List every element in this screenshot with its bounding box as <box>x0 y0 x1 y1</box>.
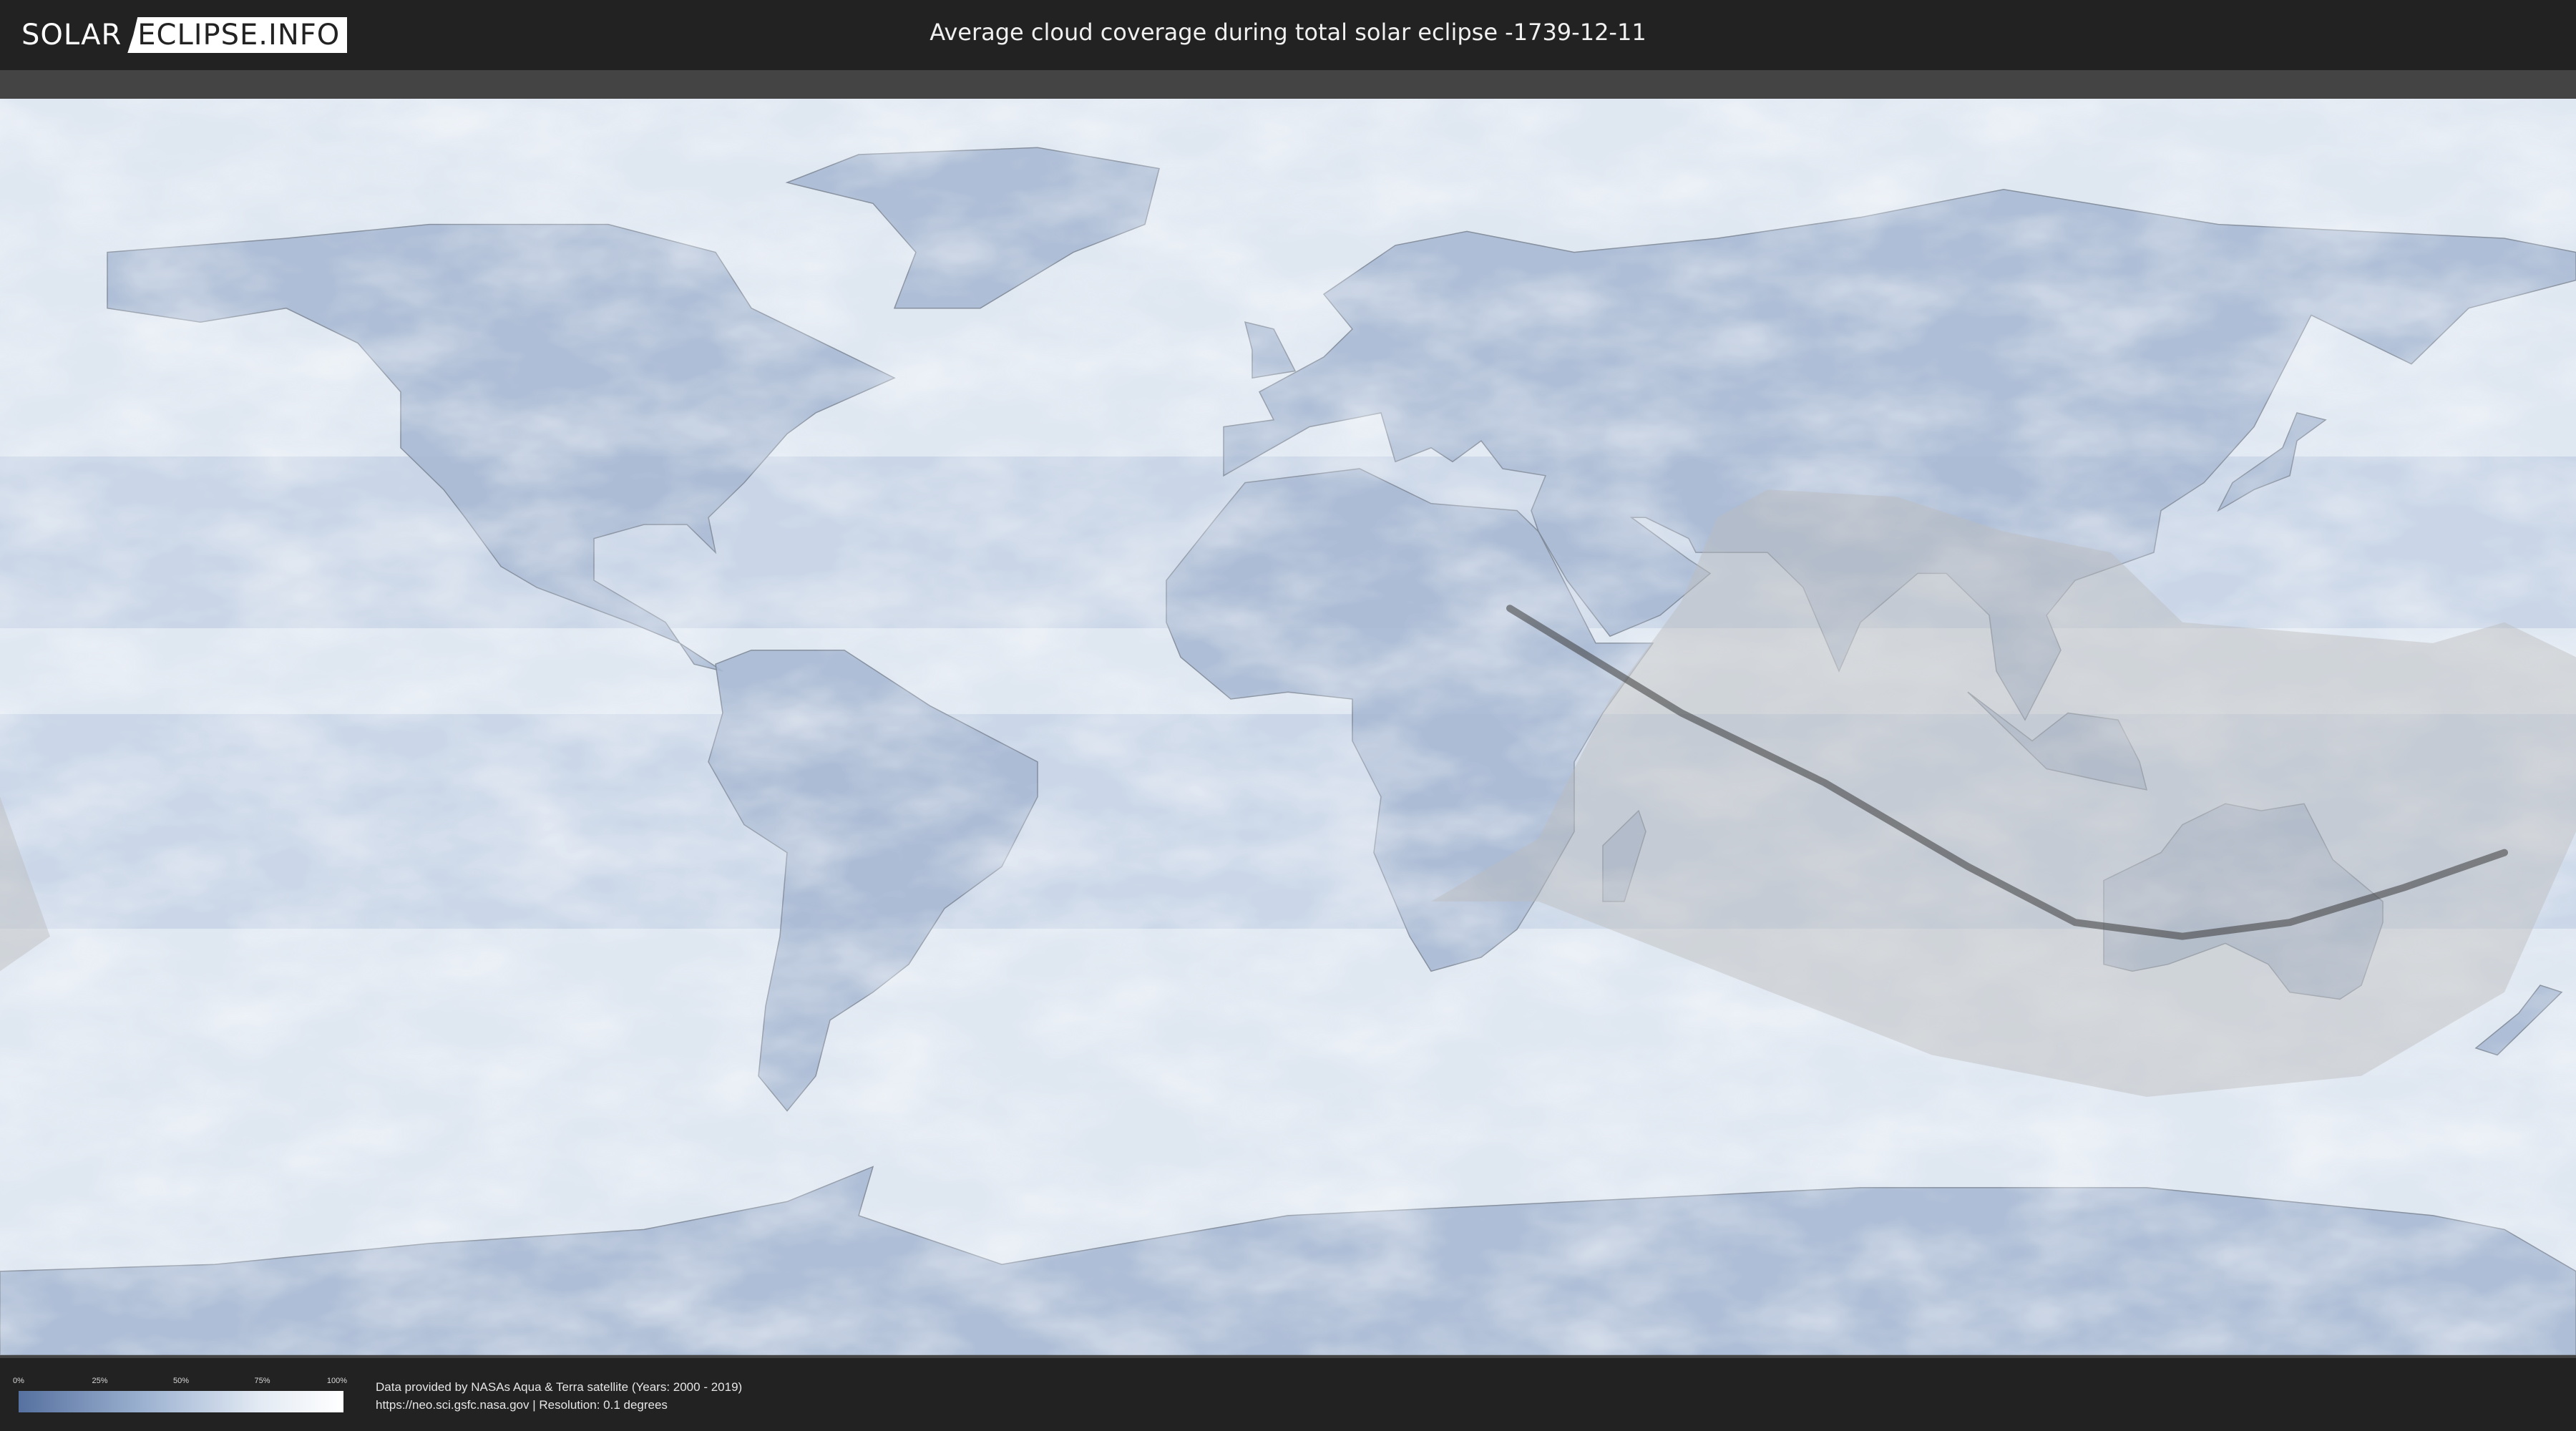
credits-url[interactable]: https://neo.sci.gsfc.nasa.gov | Resoluti… <box>376 1396 742 1414</box>
page-title: Average cloud coverage during total sola… <box>930 19 1646 46</box>
legend-tick: 75% <box>254 1377 270 1385</box>
cloud-coverage-map[interactable] <box>0 99 2576 1355</box>
legend-tick: 50% <box>172 1377 190 1385</box>
legend-color-scale <box>19 1391 343 1412</box>
legend-tick: 25% <box>92 1377 108 1385</box>
legend-tick: 100% <box>326 1377 347 1385</box>
legend-tick: 0% <box>13 1377 24 1385</box>
header-bar: SOLAR ECLIPSE.INFO Average cloud coverag… <box>0 0 2576 70</box>
data-credits: Data provided by NASAs Aqua & Terra sate… <box>376 1378 742 1414</box>
credits-source: Data provided by NASAs Aqua & Terra sate… <box>376 1380 743 1394</box>
legend-ticks: 0% 25% 50% 75% 100% <box>13 1377 347 1387</box>
